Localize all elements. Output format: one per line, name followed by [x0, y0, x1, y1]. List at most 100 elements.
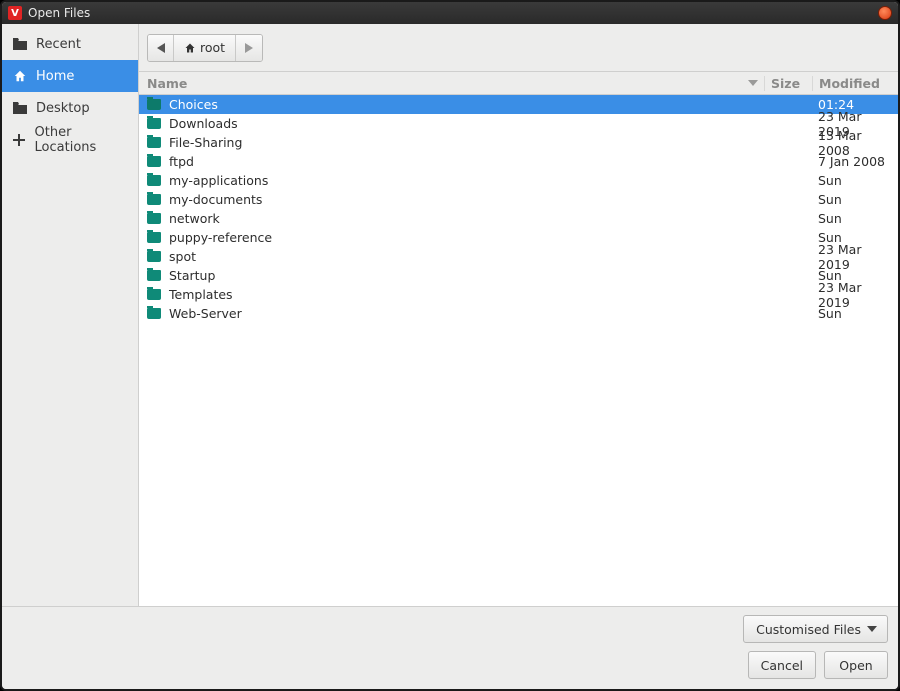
- cancel-button[interactable]: Cancel: [748, 651, 816, 679]
- file-modified-cell: Sun: [812, 192, 898, 207]
- folder-icon: [147, 251, 161, 262]
- places-sidebar: Recent Home Desktop Other Locations: [2, 24, 139, 606]
- folder-icon: [147, 156, 161, 167]
- sidebar-item-desktop[interactable]: Desktop: [2, 92, 138, 124]
- column-header-modified[interactable]: Modified: [812, 76, 898, 91]
- home-icon: [184, 42, 196, 54]
- file-name-label: Choices: [169, 97, 218, 112]
- sidebar-item-home[interactable]: Home: [2, 60, 138, 92]
- chevron-left-icon: [157, 43, 165, 53]
- file-name-label: puppy-reference: [169, 230, 272, 245]
- file-filter-label: Customised Files: [756, 622, 861, 637]
- file-name-cell: ftpd: [139, 154, 764, 169]
- file-row[interactable]: spot23 Mar 2019: [139, 247, 898, 266]
- file-name-cell: network: [139, 211, 764, 226]
- file-modified-cell: Sun: [812, 211, 898, 226]
- file-list[interactable]: Choices01:24Downloads23 Mar 2019File-Sha…: [139, 95, 898, 606]
- folder-dark-icon: [12, 38, 28, 50]
- file-row[interactable]: Choices01:24: [139, 95, 898, 114]
- open-label: Open: [839, 658, 872, 673]
- file-modified-cell: Sun: [812, 306, 898, 321]
- close-button[interactable]: [878, 6, 892, 20]
- file-row[interactable]: File-Sharing13 Mar 2008: [139, 133, 898, 152]
- file-name-label: ftpd: [169, 154, 194, 169]
- file-name-cell: Downloads: [139, 116, 764, 131]
- file-name-cell: Choices: [139, 97, 764, 112]
- chevron-down-icon: [867, 626, 877, 632]
- sidebar-item-recent[interactable]: Recent: [2, 28, 138, 60]
- file-name-cell: Templates: [139, 287, 764, 302]
- folder-icon: [147, 175, 161, 186]
- breadcrumb-root[interactable]: root: [174, 35, 236, 61]
- home-icon: [12, 69, 28, 83]
- file-name-label: Web-Server: [169, 306, 242, 321]
- file-row[interactable]: StartupSun: [139, 266, 898, 285]
- file-name-cell: File-Sharing: [139, 135, 764, 150]
- file-filter-dropdown[interactable]: Customised Files: [743, 615, 888, 643]
- file-name-label: Startup: [169, 268, 215, 283]
- column-size-label: Size: [771, 76, 800, 91]
- file-name-label: my-applications: [169, 173, 268, 188]
- folder-icon: [147, 99, 161, 110]
- sidebar-item-label: Other Locations: [35, 125, 128, 155]
- column-modified-label: Modified: [819, 76, 880, 91]
- plus-icon: [12, 134, 27, 146]
- app-icon: V: [8, 6, 22, 20]
- file-row[interactable]: Templates23 Mar 2019: [139, 285, 898, 304]
- sidebar-item-label: Home: [36, 69, 74, 84]
- file-modified-cell: 13 Mar 2008: [812, 128, 898, 158]
- nav-forward-button[interactable]: [236, 35, 262, 61]
- sidebar-item-label: Recent: [36, 37, 81, 52]
- file-name-label: Templates: [169, 287, 233, 302]
- path-nav-group: root: [147, 34, 263, 62]
- folder-icon: [147, 232, 161, 243]
- breadcrumb-label: root: [200, 40, 225, 55]
- folder-dark-icon: [12, 102, 28, 114]
- file-list-header: Name Size Modified: [139, 72, 898, 95]
- dialog-footer: Customised Files Cancel Open: [2, 606, 898, 689]
- file-modified-cell: 23 Mar 2019: [812, 242, 898, 272]
- folder-icon: [147, 308, 161, 319]
- file-name-label: Downloads: [169, 116, 238, 131]
- sort-indicator-icon: [748, 80, 758, 86]
- chevron-right-icon: [245, 43, 253, 53]
- file-row[interactable]: puppy-referenceSun: [139, 228, 898, 247]
- file-name-label: my-documents: [169, 192, 262, 207]
- column-header-size[interactable]: Size: [764, 76, 812, 91]
- file-name-cell: spot: [139, 249, 764, 264]
- window-title: Open Files: [28, 6, 90, 20]
- cancel-label: Cancel: [761, 658, 803, 673]
- file-row[interactable]: my-documents Sun: [139, 190, 898, 209]
- file-name-cell: puppy-reference: [139, 230, 764, 245]
- file-row[interactable]: my-applications Sun: [139, 171, 898, 190]
- folder-icon: [147, 213, 161, 224]
- sidebar-item-label: Desktop: [36, 101, 90, 116]
- file-row[interactable]: Downloads23 Mar 2019: [139, 114, 898, 133]
- file-name-label: spot: [169, 249, 196, 264]
- file-name-cell: Web-Server: [139, 306, 764, 321]
- sidebar-item-other[interactable]: Other Locations: [2, 124, 138, 156]
- file-modified-cell: 23 Mar 2019: [812, 280, 898, 310]
- titlebar: V Open Files: [2, 2, 898, 24]
- column-name-label: Name: [147, 76, 187, 91]
- path-toolbar: root: [139, 24, 898, 72]
- folder-icon: [147, 289, 161, 300]
- file-name-label: network: [169, 211, 220, 226]
- open-button[interactable]: Open: [824, 651, 888, 679]
- column-header-name[interactable]: Name: [139, 76, 764, 91]
- folder-icon: [147, 118, 161, 129]
- folder-icon: [147, 194, 161, 205]
- file-open-dialog: V Open Files Recent Home Desktop Other Loca…: [0, 0, 900, 691]
- folder-icon: [147, 137, 161, 148]
- nav-back-button[interactable]: [148, 35, 174, 61]
- main-panel: root Name Size: [139, 24, 898, 606]
- file-name-label: File-Sharing: [169, 135, 242, 150]
- file-name-cell: Startup: [139, 268, 764, 283]
- file-modified-cell: Sun: [812, 173, 898, 188]
- file-name-cell: my-applications: [139, 173, 764, 188]
- file-row[interactable]: ftpd7 Jan 2008: [139, 152, 898, 171]
- file-row[interactable]: Web-Server Sun: [139, 304, 898, 323]
- file-row[interactable]: network Sun: [139, 209, 898, 228]
- file-name-cell: my-documents: [139, 192, 764, 207]
- folder-icon: [147, 270, 161, 281]
